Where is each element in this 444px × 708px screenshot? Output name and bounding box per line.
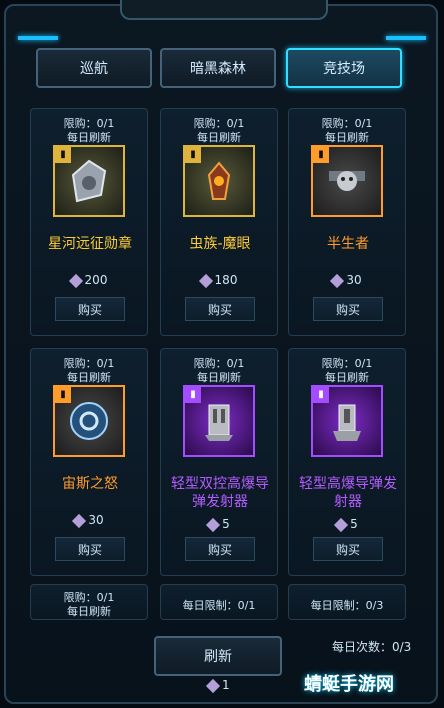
skull-icon: [329, 171, 365, 191]
daily-refresh-note: 每日刷新: [325, 131, 369, 144]
item-card: 限购：0/1 每日刷新 ▮ 宙斯之怒 30 购买: [30, 348, 148, 576]
daily-refresh-note: 每日刷新: [67, 371, 111, 384]
price-value: 30: [88, 513, 104, 527]
item-card: 限购：0/1 每日刷新 ▮ 虫族-魔眼 180 购买: [160, 108, 278, 336]
buy-button[interactable]: 购买: [185, 537, 255, 561]
buy-button[interactable]: 购买: [55, 297, 125, 321]
price-value: 180: [214, 273, 238, 287]
price-value: 200: [84, 273, 108, 287]
tab-dark-forest[interactable]: 暗黑森林: [160, 48, 276, 88]
shield-icon: [70, 402, 108, 440]
daily-count: 每日次数：0/3: [332, 640, 412, 654]
item-card-partial: 每日限制：0/3: [288, 584, 406, 620]
item-icon-frame[interactable]: ▮: [53, 385, 125, 457]
launcher-icon: [333, 404, 361, 441]
item-icon-frame[interactable]: ▮: [183, 145, 255, 217]
frame-top-ornament: [120, 0, 328, 20]
price-value: 5: [350, 517, 358, 531]
refresh-button[interactable]: 刷新: [154, 636, 282, 676]
watermark: 蜻蜓手游网: [304, 674, 394, 695]
daily-limit: 每日限制：0/1: [182, 599, 256, 612]
buy-button[interactable]: 购买: [313, 537, 383, 561]
item-card: 限购：0/1 每日刷新 ▮ 半生者 30 购买: [288, 108, 406, 336]
gem-icon: [206, 517, 221, 532]
item-name: 星河远征勋章: [48, 236, 132, 252]
item-price: 30: [31, 513, 147, 528]
daily-limit: 每日限制：0/3: [310, 599, 384, 612]
item-grid: 限购：0/1 每日刷新 ▮ 星河远征勋章 200 购买 限购：0/1 每日刷新 …: [30, 104, 414, 624]
item-price: 30: [289, 273, 405, 288]
item-icon-frame[interactable]: ▮: [311, 385, 383, 457]
item-icon-frame[interactable]: ▮: [53, 145, 125, 217]
item-card-partial: 每日限制：0/1: [160, 584, 278, 620]
gem-icon: [334, 517, 349, 532]
item-icon-frame[interactable]: ▮: [311, 145, 383, 217]
daily-refresh-note: 每日刷新: [67, 605, 111, 618]
tab-arena[interactable]: 竞技场: [286, 48, 402, 88]
item-name: 宙斯之怒: [62, 476, 118, 492]
gem-icon: [198, 273, 213, 288]
medal-icon: [71, 159, 107, 203]
item-icon-frame[interactable]: ▮: [183, 385, 255, 457]
tab-cruise[interactable]: 巡航: [36, 48, 152, 88]
daily-refresh-note: 每日刷新: [67, 131, 111, 144]
buy-button[interactable]: 购买: [185, 297, 255, 321]
gem-icon: [68, 273, 83, 288]
daily-refresh-note: 每日刷新: [325, 371, 369, 384]
eye-icon: [207, 161, 231, 200]
item-card: 限购：0/1 每日刷新 ▮ 轻型高爆导弹发射器 5 购买: [288, 348, 406, 576]
item-name: 轻型高爆导弹发射器: [299, 476, 397, 510]
item-price: 5: [289, 517, 405, 532]
item-card-partial: 限购：0/1 每日刷新: [30, 584, 148, 620]
right-glow-bar: [386, 36, 426, 40]
refresh-cost: 1: [205, 678, 230, 693]
left-glow-bar: [18, 36, 58, 40]
item-price: 200: [31, 273, 147, 288]
item-price: 5: [161, 517, 277, 532]
buy-button[interactable]: 购买: [313, 297, 383, 321]
item-name: 半生者: [327, 236, 369, 252]
item-price: 180: [161, 273, 277, 288]
refresh-cost-value: 1: [222, 678, 230, 692]
launcher-icon: [205, 404, 233, 441]
item-name: 虫族-魔眼: [189, 236, 251, 252]
gem-icon: [205, 678, 221, 693]
shop-tabs: 巡航 暗黑森林 竞技场: [36, 48, 404, 90]
gem-icon: [330, 273, 345, 288]
daily-refresh-note: 每日刷新: [197, 371, 241, 384]
buy-button[interactable]: 购买: [55, 537, 125, 561]
item-card: 限购：0/1 每日刷新 ▮ 星河远征勋章 200 购买: [30, 108, 148, 336]
price-value: 30: [346, 273, 362, 287]
price-value: 5: [222, 517, 230, 531]
gem-icon: [72, 513, 87, 528]
item-name: 轻型双控高爆导弹发射器: [171, 476, 269, 510]
item-card: 限购：0/1 每日刷新 ▮ 轻型双控高爆导弹发射器 5 购买: [160, 348, 278, 576]
daily-refresh-note: 每日刷新: [197, 131, 241, 144]
